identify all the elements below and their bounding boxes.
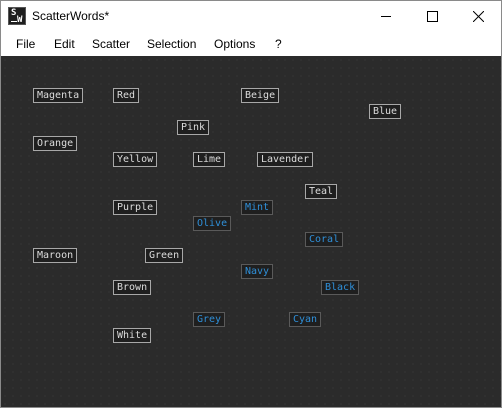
word-yellow[interactable]: Yellow — [113, 152, 158, 167]
title-bar[interactable]: S W ScatterWords* — [1, 1, 501, 32]
word-white[interactable]: White — [113, 328, 152, 343]
minimize-icon — [381, 16, 391, 17]
word-navy[interactable]: Navy — [241, 264, 274, 279]
menu-help[interactable]: ? — [275, 37, 282, 51]
word-olive[interactable]: Olive — [193, 216, 232, 231]
window-title: ScatterWords* — [32, 9, 110, 23]
app-icon-letter-w: W — [17, 15, 23, 25]
close-button[interactable] — [455, 1, 501, 32]
menu-selection[interactable]: Selection — [147, 37, 196, 51]
word-magenta[interactable]: Magenta — [33, 88, 84, 103]
word-black[interactable]: Black — [321, 280, 360, 295]
word-blue[interactable]: Blue — [369, 104, 402, 119]
menu-file[interactable]: File — [16, 37, 35, 51]
menu-options[interactable]: Options — [214, 37, 255, 51]
app-window: S W ScatterWords* File Edit Scatter Sele… — [0, 0, 502, 408]
word-pink[interactable]: Pink — [177, 120, 210, 135]
minimize-button[interactable] — [363, 1, 409, 32]
word-orange[interactable]: Orange — [33, 136, 78, 151]
word-red[interactable]: Red — [113, 88, 140, 103]
word-mint[interactable]: Mint — [241, 200, 274, 215]
word-brown[interactable]: Brown — [113, 280, 152, 295]
word-purple[interactable]: Purple — [113, 200, 158, 215]
word-lime[interactable]: Lime — [193, 152, 226, 167]
word-coral[interactable]: Coral — [305, 232, 344, 247]
word-green[interactable]: Green — [145, 248, 184, 263]
menu-edit[interactable]: Edit — [54, 37, 75, 51]
word-beige[interactable]: Beige — [241, 88, 280, 103]
close-icon — [473, 11, 484, 22]
maximize-button[interactable] — [409, 1, 455, 32]
app-icon[interactable]: S W — [8, 7, 26, 25]
word-grey[interactable]: Grey — [193, 312, 226, 327]
app-icon-letter-s: S — [11, 8, 17, 18]
word-lavender[interactable]: Lavender — [257, 152, 314, 167]
word-maroon[interactable]: Maroon — [33, 248, 78, 263]
menu-scatter[interactable]: Scatter — [92, 37, 130, 51]
menu-bar: File Edit Scatter Selection Options ? — [1, 32, 501, 55]
scatter-canvas[interactable]: Magenta Red Beige Blue Pink Orange Yello… — [1, 56, 501, 407]
word-cyan[interactable]: Cyan — [289, 312, 322, 327]
maximize-icon — [427, 11, 438, 22]
word-teal[interactable]: Teal — [305, 184, 338, 199]
